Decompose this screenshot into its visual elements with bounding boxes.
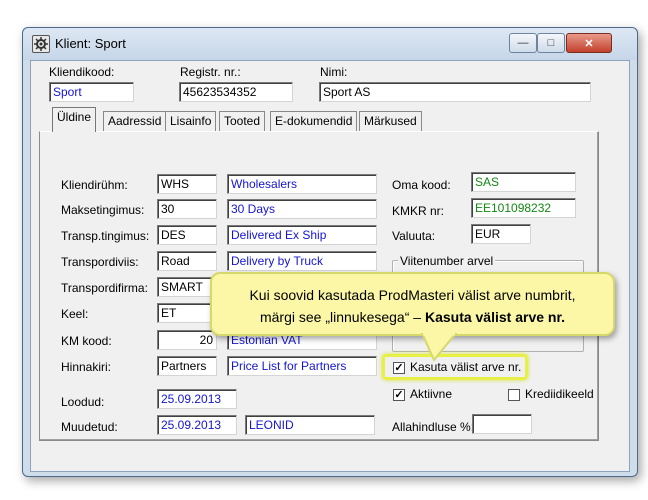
krediidikeeld-checkbox[interactable] bbox=[508, 389, 520, 401]
nimi-field[interactable]: Sport AS bbox=[319, 82, 591, 102]
app-gear-icon bbox=[32, 35, 50, 53]
transp-tingimus-name-field[interactable]: Delivered Ex Ship bbox=[227, 225, 377, 245]
krediidikeeld-label: Krediidikeeld bbox=[525, 387, 594, 401]
kmkr-field[interactable]: EE101098232 bbox=[471, 198, 576, 218]
transpordifirma-label: Transpordifirma: bbox=[61, 281, 148, 295]
kliendigrupp-code-field[interactable]: WHS bbox=[157, 174, 217, 194]
allahindluse-field[interactable] bbox=[472, 414, 532, 434]
allahindluse-label: Allahindluse %: bbox=[392, 420, 475, 434]
callout-line1: Kui soovid kasutada ProdMasteri välist a… bbox=[249, 287, 576, 303]
km-kood-label: KM kood: bbox=[61, 334, 112, 348]
valuuta-label: Valuuta: bbox=[392, 229, 436, 243]
callout-line2-text: märgi see „linnukesega“ – bbox=[259, 309, 425, 325]
regnr-field[interactable]: 45623534352 bbox=[179, 82, 293, 102]
muudetud-label: Muudetud: bbox=[61, 420, 118, 434]
kliendikood-field[interactable]: Sport bbox=[49, 82, 134, 102]
nimi-label: Nimi: bbox=[320, 65, 348, 79]
oma-kood-field[interactable]: SAS bbox=[471, 172, 576, 192]
kliendikood-label: Kliendikood: bbox=[49, 65, 115, 79]
title-bar[interactable]: Klient: Sport — □ ✕ bbox=[23, 28, 637, 60]
tab-markused[interactable]: Märkused bbox=[359, 111, 422, 131]
kasuta-valist-label: Kasuta välist arve nr. bbox=[410, 360, 522, 374]
tab-e-dokumendid[interactable]: E-dokumendid bbox=[270, 111, 358, 131]
kliendigrupp-label: Kliendirühm: bbox=[61, 178, 128, 192]
transpordiviis-code-field[interactable]: Road bbox=[157, 251, 217, 271]
keel-code-field[interactable]: ET bbox=[157, 303, 217, 323]
maksetingimus-label: Maksetingimus: bbox=[61, 203, 145, 217]
hinnakiri-name-field[interactable]: Price List for Partners bbox=[227, 356, 377, 376]
aktiivne-checkbox[interactable]: ✓ bbox=[393, 389, 405, 401]
valuuta-field[interactable]: EUR bbox=[471, 224, 531, 244]
hinnakiri-label: Hinnakiri: bbox=[61, 360, 112, 374]
close-button[interactable]: ✕ bbox=[566, 33, 612, 53]
tab-tooted[interactable]: Tooted bbox=[219, 111, 266, 131]
maximize-button[interactable]: □ bbox=[537, 33, 565, 53]
tab-uldine[interactable]: Üldine bbox=[52, 107, 97, 132]
kasuta-valist-checkbox[interactable]: ✓ bbox=[393, 362, 405, 374]
maksetingimus-code-field[interactable]: 30 bbox=[157, 199, 217, 219]
transpordiviis-label: Transpordiviis: bbox=[61, 255, 139, 269]
kmkr-label: KMKR nr: bbox=[392, 204, 445, 218]
loodud-label: Loodud: bbox=[61, 395, 105, 409]
minimize-button[interactable]: — bbox=[509, 33, 537, 53]
transpordiviis-name-field[interactable]: Delivery by Truck bbox=[227, 251, 377, 271]
callout-line2-bold: Kasuta välist arve nr. bbox=[424, 309, 566, 325]
muudetud-date-field[interactable]: 25.09.2013 bbox=[157, 415, 237, 435]
tab-aadressid[interactable]: Aadressid bbox=[103, 111, 167, 131]
maksetingimus-name-field[interactable]: 30 Days bbox=[227, 199, 377, 219]
regnr-label: Registr. nr.: bbox=[180, 65, 241, 79]
loodud-date-field[interactable]: 25.09.2013 bbox=[157, 389, 237, 409]
km-kood-code-field[interactable]: 20 bbox=[157, 330, 217, 350]
close-icon: ✕ bbox=[584, 37, 594, 50]
aktiivne-label: Aktiivne bbox=[410, 387, 453, 401]
callout-pointer bbox=[420, 333, 458, 362]
minimize-icon: — bbox=[517, 37, 529, 49]
viitenumber-group-label: Viitenumber arvel bbox=[398, 254, 496, 268]
transp-tingimus-label: Transp.tingimus: bbox=[61, 229, 150, 243]
keel-label: Keel: bbox=[61, 307, 89, 321]
transpordifirma-code-field[interactable]: SMART bbox=[157, 277, 217, 297]
muudetud-user-field[interactable]: LEONID bbox=[245, 415, 375, 435]
callout-line2: märgi see „linnukesega“ – Kasuta välist … bbox=[212, 306, 613, 328]
instruction-callout: Kui soovid kasutada ProdMasteri välist a… bbox=[210, 272, 615, 336]
kliendigrupp-name-field[interactable]: Wholesalers bbox=[227, 174, 377, 194]
maximize-icon: □ bbox=[547, 37, 555, 49]
window-title: Klient: Sport bbox=[55, 36, 126, 51]
transp-tingimus-code-field[interactable]: DES bbox=[157, 225, 217, 245]
oma-kood-label: Oma kood: bbox=[392, 178, 451, 192]
tab-lisainfo[interactable]: Lisainfo bbox=[165, 111, 217, 131]
hinnakiri-code-field[interactable]: Partners bbox=[157, 356, 217, 376]
